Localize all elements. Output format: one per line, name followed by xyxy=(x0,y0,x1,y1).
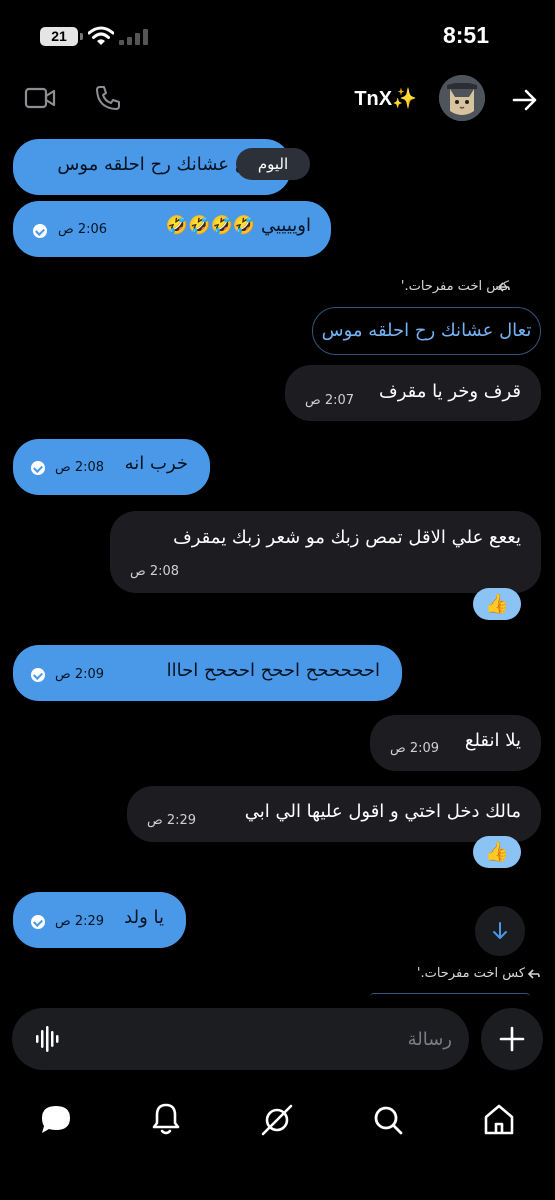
message-text: يا ولد xyxy=(124,907,164,928)
message-list[interactable]: تعال عشانك رح احلقه موس اليوم اوييييي 🤣🤣… xyxy=(0,132,555,997)
message-text: مالك دخل اختي و اقول عليها الي ابي xyxy=(244,801,521,822)
wifi-icon xyxy=(88,26,114,45)
contact-name[interactable]: TnX✨ xyxy=(354,86,417,111)
quoted-message-edge xyxy=(370,993,530,997)
read-check-icon xyxy=(31,461,45,475)
message-time: 2:08 ص xyxy=(55,460,105,475)
message-bubble-sent[interactable]: خرب انه 2:08 ص xyxy=(13,439,210,495)
message-time: 2:09 ص xyxy=(390,741,440,756)
messages-nav-icon[interactable] xyxy=(34,1098,78,1142)
read-check-icon xyxy=(31,915,45,929)
reply-label: كس اخت مفرحات.' xyxy=(416,966,525,981)
message-bubble-received[interactable]: يععع علي الاقل تمص زبك مو شعر زبك يمقرف … xyxy=(110,511,541,593)
video-call-icon[interactable] xyxy=(24,86,56,110)
reply-label: كس اخت مفرحات.' xyxy=(400,279,509,294)
reaction-badge[interactable]: 👍 xyxy=(473,588,521,620)
message-time: 2:09 ص xyxy=(55,667,105,682)
message-bubble-sent[interactable]: احححححح اححح احححح احااا 2:09 ص xyxy=(13,645,402,701)
message-time: 2:06 ص xyxy=(58,222,108,237)
home-nav-icon[interactable] xyxy=(477,1098,521,1142)
scroll-to-bottom-button[interactable] xyxy=(475,906,525,956)
message-bubble-received[interactable]: قرف وخر يا مقرف 2:07 ص xyxy=(285,365,541,421)
message-time: 2:08 ص xyxy=(130,564,180,579)
message-bubble-sent[interactable]: يا ولد 2:29 ص xyxy=(13,892,186,948)
status-time: 8:51 xyxy=(442,22,489,48)
message-composer xyxy=(12,1008,469,1070)
message-text: يلا انقلع xyxy=(464,730,521,751)
signal-icon xyxy=(119,29,148,45)
message-text: قرف وخر يا مقرف xyxy=(379,381,521,402)
grok-nav-icon[interactable] xyxy=(255,1098,299,1142)
message-text: احححححح اححح احححح احااا xyxy=(166,660,380,681)
search-nav-icon[interactable] xyxy=(366,1098,410,1142)
plus-icon xyxy=(499,1026,525,1052)
notifications-nav-icon[interactable] xyxy=(144,1098,188,1142)
battery-indicator: 21 xyxy=(40,27,78,46)
message-text: يععع علي الاقل تمص زبك مو شعر زبك يمقرف xyxy=(173,527,521,548)
reaction-badge[interactable]: 👍 xyxy=(473,836,521,868)
message-time: 2:29 ص xyxy=(55,914,105,929)
message-text: خرب انه xyxy=(124,453,188,474)
message-bubble-sent[interactable]: اوييييي 🤣🤣🤣🤣 2:06 ص xyxy=(13,201,331,257)
message-time: 2:29 ص xyxy=(147,813,197,828)
back-arrow-icon[interactable] xyxy=(512,88,538,112)
chat-header: TnX✨ xyxy=(0,70,555,132)
cat-avatar-icon xyxy=(439,75,485,121)
phone-call-icon[interactable] xyxy=(94,84,122,112)
voice-waveform-icon[interactable] xyxy=(34,1025,62,1053)
date-divider: اليوم xyxy=(236,148,310,180)
message-bubble-received[interactable]: مالك دخل اختي و اقول عليها الي ابي 2:29 … xyxy=(127,786,541,842)
status-bar: 21 8:51 xyxy=(0,0,555,70)
quoted-message[interactable]: تعال عشانك رح احلقه موس xyxy=(312,307,541,355)
message-text: اوييييي 🤣🤣🤣🤣 xyxy=(165,215,311,236)
message-bubble-received[interactable]: يلا انقلع 2:09 ص xyxy=(370,715,541,771)
battery-tip xyxy=(80,33,83,40)
read-check-icon xyxy=(31,668,45,682)
message-time: 2:07 ص xyxy=(305,393,355,408)
arrow-down-icon xyxy=(493,922,507,939)
attach-button[interactable] xyxy=(481,1008,543,1070)
read-check-icon xyxy=(33,224,47,238)
bottom-navigation xyxy=(0,1080,555,1200)
message-input[interactable] xyxy=(82,1008,452,1070)
reply-arrow-icon xyxy=(528,969,540,979)
contact-avatar[interactable] xyxy=(439,75,485,121)
